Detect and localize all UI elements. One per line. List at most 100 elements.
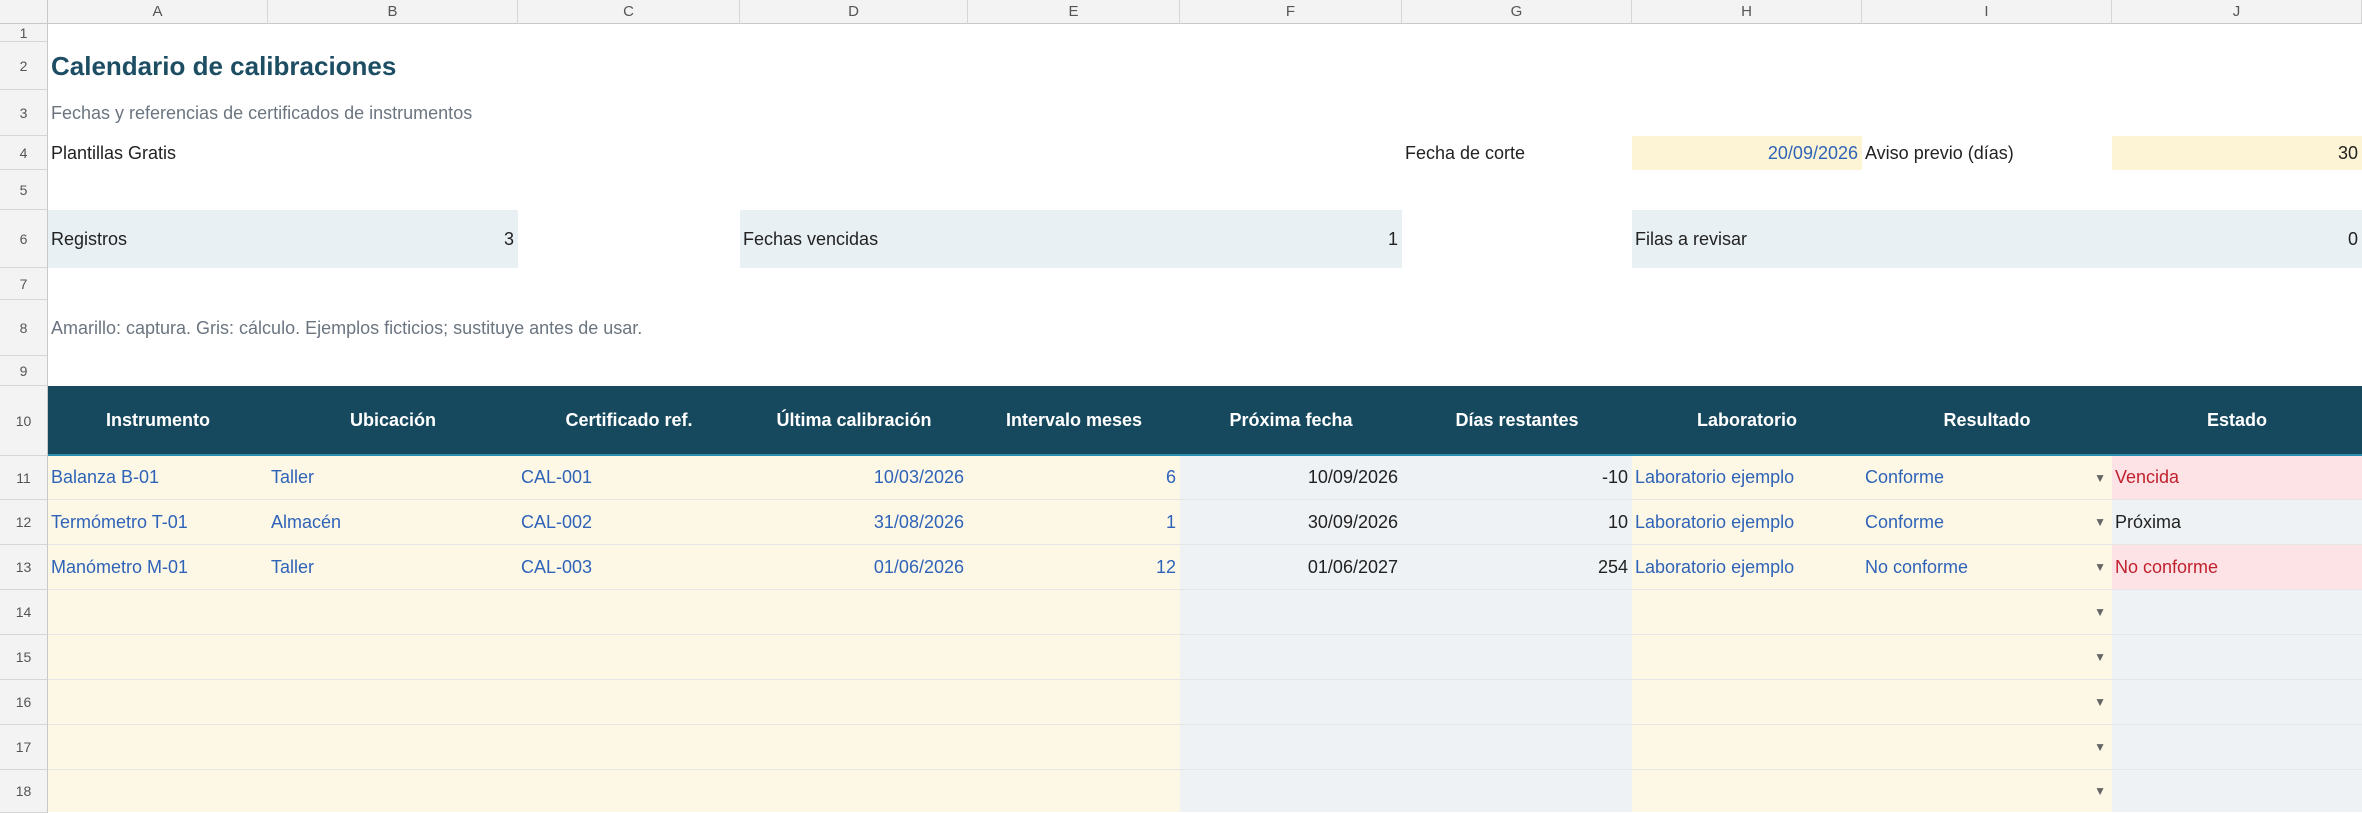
row-header-8[interactable]: 8 bbox=[0, 300, 48, 356]
empty-cell[interactable]: ▼ bbox=[1862, 680, 2112, 724]
empty-cell[interactable] bbox=[968, 725, 1180, 769]
table-cell[interactable]: Almacén bbox=[268, 500, 518, 544]
table-cell[interactable]: Laboratorio ejemplo bbox=[1632, 545, 1862, 589]
table-header-9[interactable]: Resultado bbox=[1862, 386, 2112, 456]
table-cell[interactable]: 01/06/2026 bbox=[740, 545, 968, 589]
empty-cell[interactable]: ▼ bbox=[1862, 635, 2112, 679]
row-header-6[interactable]: 6 bbox=[0, 210, 48, 268]
empty-cell[interactable] bbox=[1632, 725, 1862, 769]
row-header-14[interactable]: 14 bbox=[0, 590, 48, 635]
empty-cell[interactable] bbox=[518, 725, 740, 769]
chevron-down-icon[interactable]: ▼ bbox=[2094, 695, 2106, 709]
column-header-i[interactable]: I bbox=[1862, 0, 2112, 24]
cutoff-date-input[interactable]: 20/09/2026 bbox=[1632, 136, 1862, 170]
empty-cell[interactable] bbox=[518, 635, 740, 679]
empty-cell[interactable]: ▼ bbox=[1862, 725, 2112, 769]
empty-cell[interactable] bbox=[1632, 635, 1862, 679]
row-header-2[interactable]: 2 bbox=[0, 42, 48, 90]
table-header-8[interactable]: Laboratorio bbox=[1632, 386, 1862, 456]
column-header-d[interactable]: D bbox=[740, 0, 968, 24]
row-header-5[interactable]: 5 bbox=[0, 170, 48, 210]
column-header-j[interactable]: J bbox=[2112, 0, 2362, 24]
column-header-a[interactable]: A bbox=[48, 0, 268, 24]
row-header-12[interactable]: 12 bbox=[0, 500, 48, 545]
table-cell[interactable]: Laboratorio ejemplo bbox=[1632, 456, 1862, 499]
table-header-2[interactable]: Ubicación bbox=[268, 386, 518, 456]
empty-cell[interactable] bbox=[740, 590, 968, 634]
table-cell[interactable]: No conforme ▼ bbox=[1862, 545, 2112, 589]
row-header-1[interactable]: 1 bbox=[0, 24, 48, 42]
table-cell[interactable]: Conforme ▼ bbox=[1862, 456, 2112, 499]
empty-cell[interactable] bbox=[740, 635, 968, 679]
empty-cell[interactable]: ▼ bbox=[1862, 590, 2112, 634]
row-header-11[interactable]: 11 bbox=[0, 456, 48, 500]
chevron-down-icon[interactable]: ▼ bbox=[2094, 740, 2106, 754]
empty-cell[interactable] bbox=[1632, 680, 1862, 724]
table-cell[interactable]: Balanza B-01 bbox=[48, 456, 268, 499]
empty-cell[interactable] bbox=[968, 635, 1180, 679]
empty-cell[interactable] bbox=[268, 725, 518, 769]
table-header-5[interactable]: Intervalo meses bbox=[968, 386, 1180, 456]
empty-cell[interactable] bbox=[740, 725, 968, 769]
table-header-1[interactable]: Instrumento bbox=[48, 386, 268, 456]
row-header-3[interactable]: 3 bbox=[0, 90, 48, 136]
column-header-f[interactable]: F bbox=[1180, 0, 1402, 24]
table-cell[interactable]: Conforme ▼ bbox=[1862, 500, 2112, 544]
row-header-10[interactable]: 10 bbox=[0, 386, 48, 456]
row-header-17[interactable]: 17 bbox=[0, 725, 48, 770]
table-header-7[interactable]: Días restantes bbox=[1402, 386, 1632, 456]
empty-cell[interactable] bbox=[268, 770, 518, 812]
row-header-9[interactable]: 9 bbox=[0, 356, 48, 386]
notice-days-input[interactable]: 30 bbox=[2112, 136, 2362, 170]
empty-cell[interactable] bbox=[518, 770, 740, 812]
empty-cell[interactable] bbox=[740, 680, 968, 724]
empty-cell[interactable] bbox=[48, 680, 268, 724]
table-cell[interactable]: 31/08/2026 bbox=[740, 500, 968, 544]
empty-cell[interactable] bbox=[968, 770, 1180, 812]
empty-cell[interactable] bbox=[1632, 590, 1862, 634]
table-cell[interactable]: 10/03/2026 bbox=[740, 456, 968, 499]
empty-cell[interactable] bbox=[48, 725, 268, 769]
empty-cell[interactable] bbox=[48, 635, 268, 679]
empty-cell[interactable] bbox=[518, 680, 740, 724]
chevron-down-icon[interactable]: ▼ bbox=[2094, 560, 2106, 574]
table-cell[interactable]: Manómetro M-01 bbox=[48, 545, 268, 589]
row-header-13[interactable]: 13 bbox=[0, 545, 48, 590]
row-header-7[interactable]: 7 bbox=[0, 268, 48, 300]
table-cell[interactable]: 1 bbox=[968, 500, 1180, 544]
row-header-4[interactable]: 4 bbox=[0, 136, 48, 170]
empty-cell[interactable] bbox=[268, 635, 518, 679]
table-cell[interactable]: CAL-001 bbox=[518, 456, 740, 499]
table-header-10[interactable]: Estado bbox=[2112, 386, 2362, 456]
empty-cell[interactable] bbox=[48, 770, 268, 812]
table-cell[interactable]: Laboratorio ejemplo bbox=[1632, 500, 1862, 544]
row-header-18[interactable]: 18 bbox=[0, 770, 48, 813]
chevron-down-icon[interactable]: ▼ bbox=[2094, 605, 2106, 619]
table-cell[interactable]: Termómetro T-01 bbox=[48, 500, 268, 544]
table-header-6[interactable]: Próxima fecha bbox=[1180, 386, 1402, 456]
table-cell[interactable]: Taller bbox=[268, 545, 518, 589]
empty-cell[interactable] bbox=[48, 590, 268, 634]
empty-cell[interactable] bbox=[740, 770, 968, 812]
empty-cell[interactable]: ▼ bbox=[1862, 770, 2112, 812]
chevron-down-icon[interactable]: ▼ bbox=[2094, 471, 2106, 485]
table-header-3[interactable]: Certificado ref. bbox=[518, 386, 740, 456]
table-header-4[interactable]: Última calibración bbox=[740, 386, 968, 456]
empty-cell[interactable] bbox=[268, 590, 518, 634]
empty-cell[interactable] bbox=[1632, 770, 1862, 812]
column-header-b[interactable]: B bbox=[268, 0, 518, 24]
column-header-e[interactable]: E bbox=[968, 0, 1180, 24]
table-cell[interactable]: 6 bbox=[968, 456, 1180, 499]
column-header-h[interactable]: H bbox=[1632, 0, 1862, 24]
chevron-down-icon[interactable]: ▼ bbox=[2094, 784, 2106, 798]
chevron-down-icon[interactable]: ▼ bbox=[2094, 515, 2106, 529]
empty-cell[interactable] bbox=[968, 680, 1180, 724]
empty-cell[interactable] bbox=[268, 680, 518, 724]
select-all-corner[interactable] bbox=[0, 0, 48, 24]
column-header-c[interactable]: C bbox=[518, 0, 740, 24]
table-cell[interactable]: CAL-003 bbox=[518, 545, 740, 589]
empty-cell[interactable] bbox=[518, 590, 740, 634]
column-header-g[interactable]: G bbox=[1402, 0, 1632, 24]
empty-cell[interactable] bbox=[968, 590, 1180, 634]
row-header-16[interactable]: 16 bbox=[0, 680, 48, 725]
